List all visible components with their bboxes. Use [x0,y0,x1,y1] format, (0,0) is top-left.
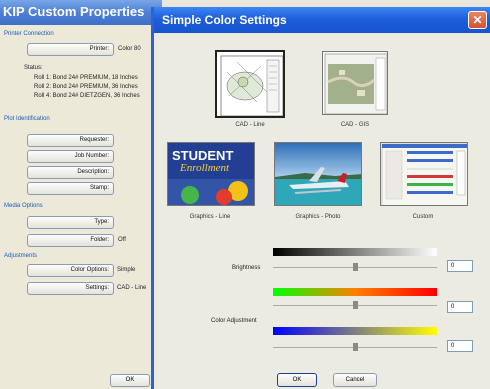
brightness-slider-thumb[interactable] [352,263,358,271]
roll-status-1: Roll 1: Bond 24# PREMIUM, 18 Inches [34,75,138,81]
color-options-value: Simple [117,267,136,273]
cad-line-drawing-icon [220,55,283,116]
settings-value: CAD - Line [117,285,147,291]
preset-graphics-line-thumbnail[interactable]: STUDENT Enrollment [167,142,255,206]
settings-button[interactable]: Settings: [27,282,114,295]
printer-connection-section: Printer Connection [4,31,54,37]
dialog-ok-button[interactable]: OK [277,373,317,387]
color-adjust-slider-1[interactable] [273,301,437,309]
enrollment-text: Enrollment [180,162,230,174]
dialog-title: Simple Color Settings [154,7,490,33]
preset-custom-label: Custom [412,214,434,220]
description-button[interactable]: Description: [27,166,114,179]
preset-graphics-line-label: Graphics - Line [189,214,231,220]
preset-graphics-photo-label: Graphics - Photo [295,214,341,220]
close-icon: ✕ [472,13,483,27]
brightness-label: Brightness [232,265,261,271]
color-adjust-gradient-1 [273,288,437,296]
folder-button[interactable]: Folder: [27,234,114,247]
color-adjust-gradient-2 [273,327,437,335]
preset-cad-gis-label: CAD - GIS [340,122,370,128]
type-button[interactable]: Type: [27,216,114,229]
dialog-cancel-button[interactable]: Cancel [333,373,377,387]
color-adjustment-label: Color Adjustment [211,318,257,324]
brightness-gradient [273,248,437,256]
plot-identification-section: Plot Identification [4,116,50,122]
printer-button[interactable]: Printer: [27,43,114,56]
color-adjust-value-field-1[interactable]: 0 [447,301,473,313]
roll-status-2: Roll 2: Bond 24# PREMIUM, 36 Inches [34,84,138,90]
preset-graphics-photo-thumbnail[interactable] [274,142,362,206]
preset-cad-line-thumbnail[interactable] [215,50,285,118]
roll-status-3: Roll 4: Bond 24# DIETZGEN, 36 Inches [34,93,140,99]
preset-cad-gis-thumbnail[interactable] [322,51,388,115]
preset-custom-thumbnail[interactable] [380,142,468,206]
folder-value: Off [118,237,126,243]
close-button[interactable]: ✕ [468,11,487,29]
background-ok-button[interactable]: OK [110,374,150,387]
color-adjust-value-field-2[interactable]: 0 [447,340,473,352]
job-number-button[interactable]: Job Number: [27,150,114,163]
custom-settings-panel-icon [381,143,467,205]
screen: KIP Custom Properties Printer Connection… [0,0,490,389]
adjustments-section: Adjustments [4,253,38,259]
color-adjust-slider-1-thumb[interactable] [352,301,358,309]
printer-value: Color 80 [118,46,141,52]
background-window-title: KIP Custom Properties [0,0,162,25]
student-text: STUDENT [172,148,234,163]
kip-custom-properties-window: KIP Custom Properties Printer Connection… [0,0,162,389]
seaplane-photo [275,143,361,205]
cad-gis-map-icon [324,53,387,114]
stamp-button[interactable]: Stamp: [27,182,114,195]
status-label: Status: [24,65,43,71]
color-adjust-slider-2-thumb[interactable] [352,343,358,351]
brightness-slider[interactable] [273,263,437,271]
media-options-section: Media Options [4,203,43,209]
color-options-button[interactable]: Color Options: [27,264,114,277]
preset-cad-line-label: CAD - Line [235,122,265,128]
requester-button[interactable]: Requester: [27,134,114,147]
color-adjust-slider-2[interactable] [273,343,437,351]
brightness-value-field[interactable]: 0 [447,260,473,272]
